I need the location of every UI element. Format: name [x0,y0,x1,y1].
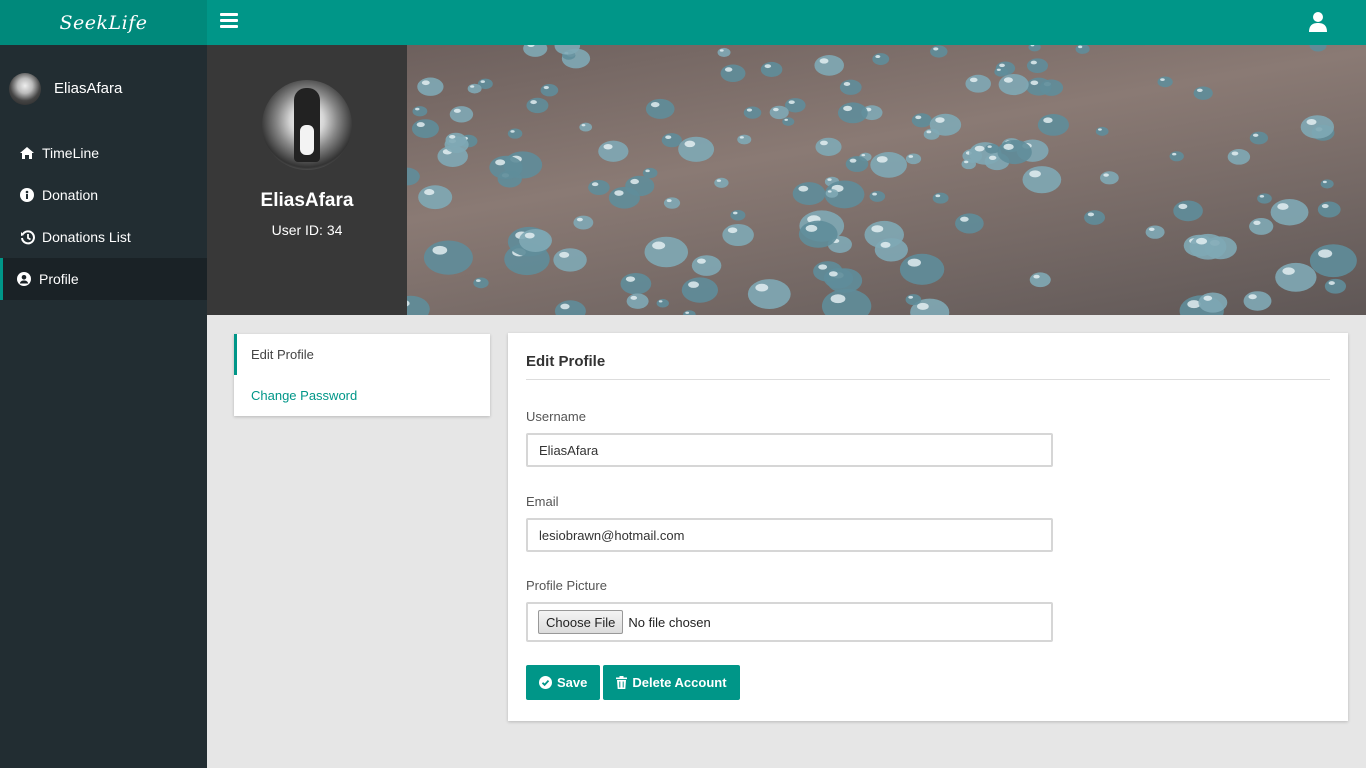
edit-profile-form: Edit Profile Username Email Profile Pict… [508,333,1348,721]
home-icon [19,145,35,161]
choose-file-button[interactable]: Choose File [538,610,624,634]
brand-logo[interactable]: SeekLife [0,0,207,45]
user-icon[interactable] [1308,11,1328,33]
hamburger-icon[interactable] [220,13,238,31]
sidebar-user-panel: EliasAfara [0,45,207,132]
cover-image [407,45,1366,315]
sidebar-username: EliasAfara [54,80,123,97]
delete-account-button[interactable]: Delete Account [603,665,740,700]
sidebar-item-label: Donations List [42,229,131,245]
sidebar-item-timeline[interactable]: TimeLine [0,132,207,174]
save-button[interactable]: Save [526,665,601,700]
profile-header-card: EliasAfara User ID: 34 [207,45,407,315]
tab-edit-profile[interactable]: Edit Profile [234,334,490,375]
profile-picture-input: Choose File No file chosen [526,602,1053,642]
username-field[interactable] [526,433,1053,467]
profile-picture-label: Profile Picture [526,578,607,593]
profile-avatar [262,80,352,170]
sidebar: EliasAfara TimeLine Donation Donations L… [0,45,207,768]
sidebar-item-label: TimeLine [42,145,100,161]
history-icon [19,229,35,245]
profile-name: EliasAfara [260,190,354,211]
delete-account-label: Delete Account [632,675,727,690]
sidebar-item-label: Donation [42,187,99,203]
email-label: Email [526,494,559,509]
username-label: Username [526,409,586,424]
info-circle-icon [19,187,35,203]
check-circle-icon [539,676,552,689]
tab-change-password[interactable]: Change Password [234,375,490,416]
no-file-text: No file chosen [628,614,711,630]
profile-user-id: User ID: 34 [271,222,343,238]
email-field[interactable] [526,518,1053,552]
form-title: Edit Profile [526,333,1330,380]
trash-icon [616,676,628,689]
save-button-label: Save [557,675,588,690]
sidebar-item-donations-list[interactable]: Donations List [0,216,207,258]
user-circle-icon [16,271,32,287]
avatar [9,72,41,105]
profile-tabs: Edit Profile Change Password [234,334,490,416]
sidebar-item-donation[interactable]: Donation [0,174,207,216]
sidebar-item-label: Profile [39,271,79,287]
sidebar-item-profile[interactable]: Profile [0,258,207,300]
